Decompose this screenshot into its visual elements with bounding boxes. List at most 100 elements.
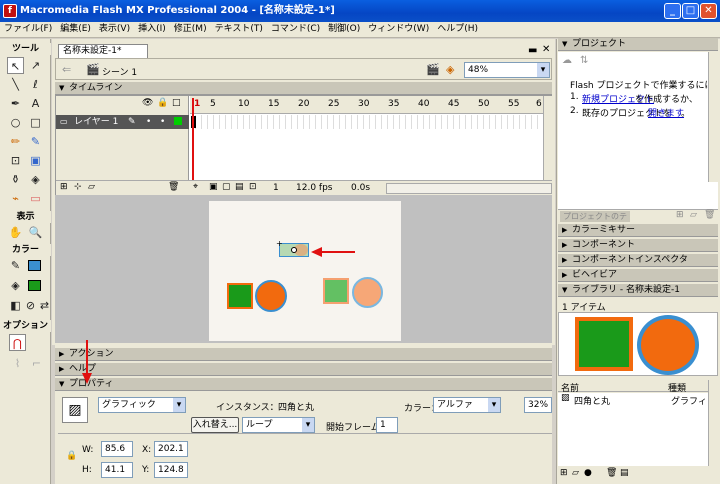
- first-frame-input[interactable]: 1: [376, 417, 398, 433]
- menu-modify[interactable]: 修正(M): [170, 22, 211, 37]
- modify-markers-icon[interactable]: ⊡: [249, 182, 257, 192]
- loop-select[interactable]: ループ: [242, 417, 315, 433]
- lock-ratio-icon[interactable]: 🔒: [66, 451, 77, 461]
- document-tab[interactable]: 名称未設定-1*: [58, 44, 148, 58]
- project-panel-header[interactable]: プロジェクト: [558, 38, 718, 51]
- zoom-select[interactable]: 48%: [464, 62, 550, 78]
- menu-edit[interactable]: 編集(E): [56, 22, 95, 37]
- maximize-button[interactable]: □: [682, 3, 699, 19]
- new-folder-icon[interactable]: ▱: [572, 468, 579, 478]
- swap-colors-icon[interactable]: ⇄: [36, 297, 53, 314]
- edit-multiple-icon[interactable]: ▤: [235, 182, 244, 192]
- timeline-scrollbar[interactable]: [543, 96, 552, 181]
- menu-file[interactable]: ファイル(F): [0, 22, 56, 37]
- stroke-color-swatch[interactable]: [28, 260, 41, 271]
- test-project-button[interactable]: プロジェクトのテスト: [560, 211, 630, 232]
- actions-panel-header[interactable]: アクション: [55, 348, 552, 361]
- playhead[interactable]: [192, 98, 194, 180]
- menu-window[interactable]: ウィンドウ(W): [364, 22, 433, 37]
- pencil-tool-icon[interactable]: ✏: [7, 133, 24, 150]
- alpha-input[interactable]: 32%: [524, 397, 552, 413]
- close-button[interactable]: ✕: [700, 3, 717, 19]
- help-panel-header[interactable]: ヘルプ: [55, 363, 552, 376]
- line-tool-icon[interactable]: ╲: [7, 76, 24, 93]
- edit-symbol-icon[interactable]: ◈: [446, 63, 454, 76]
- library-item-row[interactable]: ▨ 四角と丸 グラフィック: [558, 393, 708, 407]
- hand-tool-icon[interactable]: ✋: [7, 224, 24, 241]
- insert-layer-icon[interactable]: ⊞: [60, 182, 68, 192]
- y-input[interactable]: 124.8: [154, 462, 188, 478]
- brush-tool-icon[interactable]: ✎: [27, 133, 44, 150]
- menu-control[interactable]: 制御(O): [324, 22, 364, 37]
- snap-magnet-icon[interactable]: ⋂: [9, 334, 26, 351]
- oval-tool-icon[interactable]: ○: [7, 114, 24, 131]
- lasso-tool-icon[interactable]: ℓ: [27, 76, 44, 93]
- open-project-link[interactable]: 開きます: [648, 106, 684, 119]
- add-folder-icon[interactable]: ▱: [690, 210, 697, 220]
- fill-transform-tool-icon[interactable]: ▣: [27, 152, 44, 169]
- width-input[interactable]: 85.6: [101, 441, 133, 457]
- minimize-button[interactable]: _: [664, 3, 681, 19]
- selected-instance[interactable]: [279, 243, 309, 257]
- properties-panel-header[interactable]: プロパティ: [55, 378, 552, 391]
- layer-row[interactable]: レイヤー 1 ▭ ✎ • •: [56, 115, 189, 129]
- faded-orange-circle[interactable]: [352, 277, 383, 308]
- stroke-color-icon[interactable]: ✎: [7, 257, 24, 274]
- add-guide-icon[interactable]: ⊹: [74, 182, 82, 192]
- close-doc-icon[interactable]: ✕: [542, 44, 550, 55]
- components-header[interactable]: コンポーネント: [558, 239, 718, 252]
- add-file-icon[interactable]: ⊞: [676, 210, 684, 220]
- rectangle-tool-icon[interactable]: □: [27, 114, 44, 131]
- orange-circle[interactable]: [255, 280, 287, 312]
- expand-icon[interactable]: ▤: [620, 468, 629, 478]
- color-mixer-header[interactable]: カラーミキサー: [558, 224, 718, 237]
- x-input[interactable]: 202.1: [154, 441, 188, 457]
- outline-icon[interactable]: □: [172, 98, 181, 108]
- timeline-hscroll[interactable]: [386, 183, 552, 194]
- eraser-tool-icon[interactable]: ▭: [27, 190, 44, 207]
- smooth-icon[interactable]: ⌇: [9, 355, 26, 372]
- menu-commands[interactable]: コマンド(C): [267, 22, 324, 37]
- subselect-tool-icon[interactable]: ↗: [27, 57, 44, 74]
- text-tool-icon[interactable]: A: [27, 95, 44, 112]
- center-frame-icon[interactable]: ⌖: [193, 182, 198, 192]
- menu-text[interactable]: テキスト(T): [211, 22, 267, 37]
- free-transform-tool-icon[interactable]: ⊡: [7, 152, 24, 169]
- frame-ruler[interactable]: 1 5 10 15 20 25 30 35 40 45 50 55 6: [190, 96, 543, 114]
- color-effect-select[interactable]: アルファ: [433, 397, 501, 413]
- insert-folder-icon[interactable]: ▱: [88, 182, 95, 192]
- lock-icon[interactable]: 🔒: [157, 98, 168, 108]
- ink-bottle-tool-icon[interactable]: ⚱: [7, 171, 24, 188]
- new-symbol-icon[interactable]: ⊞: [560, 468, 568, 478]
- stage[interactable]: +: [209, 201, 401, 341]
- eyedropper-tool-icon[interactable]: ⌁: [7, 190, 24, 207]
- symbol-type-select[interactable]: グラフィック: [98, 397, 186, 413]
- onion-outline-icon[interactable]: ▢: [222, 182, 231, 192]
- arrow-tool-icon[interactable]: ↖: [7, 57, 24, 74]
- onion-skin-icon[interactable]: ▣: [209, 182, 218, 192]
- pen-tool-icon[interactable]: ✒: [7, 95, 24, 112]
- project-scrollbar[interactable]: [708, 52, 718, 182]
- frame-row[interactable]: [190, 115, 543, 129]
- zoom-tool-icon[interactable]: 🔍: [27, 224, 44, 241]
- library-scrollbar[interactable]: [708, 380, 718, 466]
- library-header[interactable]: ライブラリ - 名称未設定-1: [558, 284, 718, 297]
- eye-icon[interactable]: 👁: [142, 98, 153, 108]
- straighten-icon[interactable]: ⌐: [28, 355, 45, 372]
- behaviors-header[interactable]: ビヘイビア: [558, 269, 718, 282]
- swap-button[interactable]: 入れ替え...: [191, 417, 239, 433]
- fill-color-swatch[interactable]: [28, 280, 41, 291]
- delete-item-icon[interactable]: 🗑: [606, 468, 617, 478]
- project-trash-icon[interactable]: 🗑: [704, 210, 715, 220]
- properties-icon[interactable]: ●: [584, 468, 592, 478]
- height-input[interactable]: 41.1: [101, 462, 133, 478]
- menu-insert[interactable]: 挿入(I): [134, 22, 170, 37]
- edit-scene-icon[interactable]: 🎬: [426, 63, 440, 76]
- green-square[interactable]: [227, 283, 253, 309]
- menu-help[interactable]: ヘルプ(H): [433, 22, 482, 37]
- menu-view[interactable]: 表示(V): [95, 22, 134, 37]
- fill-color-icon[interactable]: ◈: [7, 277, 24, 294]
- back-arrow-icon[interactable]: ⇐: [62, 63, 71, 76]
- faded-green-square[interactable]: [323, 278, 349, 304]
- minimize-doc-icon[interactable]: ▬: [528, 45, 537, 56]
